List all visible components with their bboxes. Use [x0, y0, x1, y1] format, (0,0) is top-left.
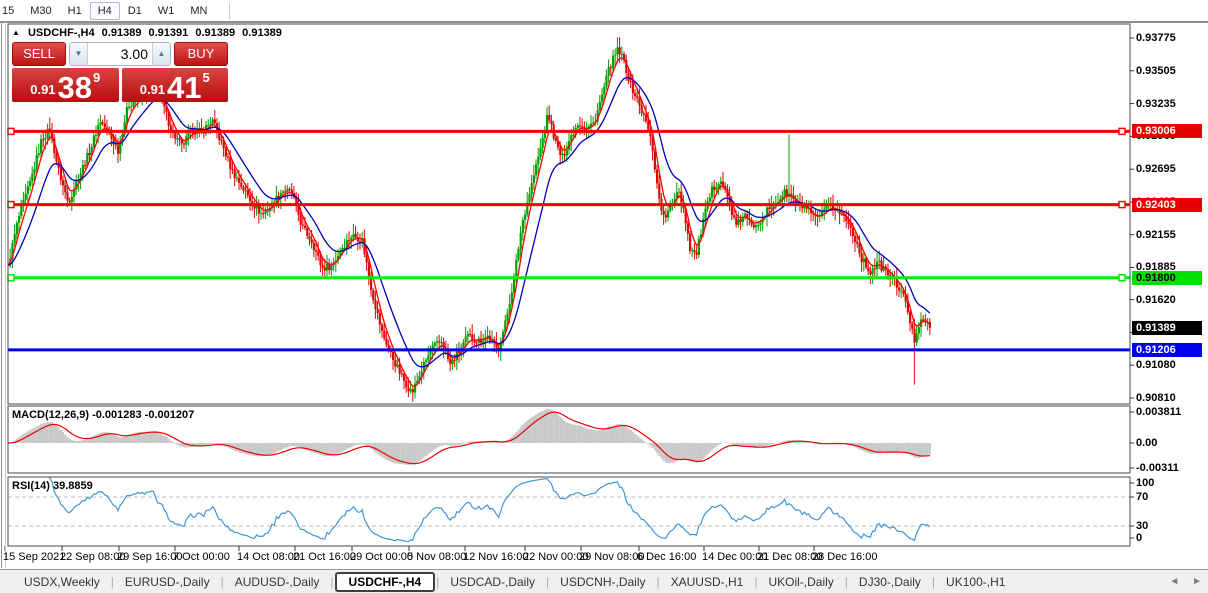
- sell-price-box[interactable]: 0.91 38 9: [12, 68, 119, 105]
- rsi-axis-label: 30: [1136, 520, 1149, 532]
- collapse-panel-icon[interactable]: ▲: [12, 28, 20, 37]
- tab-scroll-left-icon[interactable]: ◄: [1169, 576, 1179, 587]
- chart-title: USDCHF-,H4: [27, 27, 95, 39]
- tab-usdcad-daily[interactable]: USDCAD-,Daily: [440, 573, 545, 591]
- price-axis-label: 0.92695: [1136, 163, 1176, 176]
- price-axis-label: 0.93235: [1136, 97, 1176, 110]
- buy-price-base: 0.91: [139, 82, 166, 97]
- macd-axis-label: 0.003811: [1136, 406, 1182, 418]
- time-axis-label: 29 Oct 00:00: [350, 551, 413, 563]
- time-axis-label: 22 Sep 08:00: [60, 551, 126, 563]
- rsi-label: RSI(14) 39.8859: [12, 480, 93, 492]
- ohlc-close: 0.91389: [242, 27, 282, 39]
- time-axis-label: 6 Dec 16:00: [637, 551, 697, 563]
- rsi-axis-label: 70: [1136, 491, 1149, 503]
- chart-tabs: USDX,Weekly | EURUSD-,Daily | AUDUSD-,Daily |…: [14, 571, 1015, 592]
- sell-price-sup: 9: [93, 70, 101, 85]
- macd-axis-label: 0.00: [1136, 437, 1158, 449]
- time-axis-label: 14 Oct 08:00: [237, 551, 300, 563]
- chart-header: ▲ USDCHF-,H4 0.91389 0.91391 0.91389 0.9…: [12, 27, 286, 39]
- buy-price-big: 41: [167, 70, 202, 105]
- time-axis-label: 5 Nov 08:00: [407, 551, 467, 563]
- rsi-axis-label: 100: [1136, 477, 1155, 489]
- sell-button[interactable]: SELL: [12, 42, 66, 66]
- price-axis-label: 0.91620: [1136, 293, 1176, 306]
- tab-separator: |: [220, 574, 224, 589]
- sell-price-big: 38: [57, 70, 93, 105]
- time-axis-label: 21 Oct 16:00: [293, 551, 356, 563]
- buy-button[interactable]: BUY: [174, 42, 228, 66]
- tab-usdx-weekly[interactable]: USDX,Weekly: [14, 573, 110, 591]
- ohlc-low: 0.91389: [195, 27, 236, 39]
- tab-dj30-daily[interactable]: DJ30-,Daily: [849, 573, 931, 591]
- time-axis-label: 7 Oct 00:00: [173, 551, 230, 563]
- tab-audusd-daily[interactable]: AUDUSD-,Daily: [225, 573, 330, 591]
- tab-eurusd-daily[interactable]: EURUSD-,Daily: [115, 573, 220, 591]
- sell-price-base: 0.91: [30, 82, 56, 97]
- time-axis-label: 15 Sep 2021: [3, 551, 66, 563]
- macd-label: MACD(12,26,9) -0.001283 -0.001207: [12, 409, 195, 421]
- price-badge-hline: 0.91800: [1132, 270, 1202, 285]
- tab-scroll-right-icon[interactable]: ►: [1192, 576, 1202, 587]
- buy-price-sup: 5: [202, 70, 210, 85]
- one-click-trading-panel: SELL ▼ ▲ BUY 0.91 38 9 0.91 41 5: [12, 42, 228, 105]
- chart-tab-bar: USDX,Weekly | EURUSD-,Daily | AUDUSD-,Daily |…: [0, 569, 1208, 593]
- tab-separator: |: [330, 574, 334, 589]
- ohlc-high: 0.91391: [148, 27, 189, 39]
- volume-decrease-icon[interactable]: ▼: [70, 43, 88, 65]
- mt4-window: 15 M30 H1 H4 D1 W1 MN ▲ USDCHF-,H4 0.91389 0.9…: [0, 0, 1208, 593]
- price-axis-label: 0.91080: [1136, 359, 1176, 372]
- tab-uk100-h1[interactable]: UK100-,H1: [936, 573, 1015, 591]
- price-axis-label: 0.92155: [1136, 228, 1176, 241]
- macd-axis-label: -0.00311: [1136, 462, 1179, 474]
- volume-input[interactable]: [88, 43, 152, 65]
- price-axis-label: 0.90810: [1136, 391, 1176, 404]
- price-badge-hline: 0.93006: [1132, 124, 1202, 139]
- time-axis-label: 28 Dec 16:00: [812, 551, 878, 563]
- price-axis-label: 0.93775: [1136, 32, 1176, 44]
- rsi-axis-label: 0: [1136, 532, 1143, 544]
- price-axis-label: 0.93505: [1136, 64, 1176, 77]
- volume-spinner: ▼ ▲: [69, 42, 171, 66]
- tab-ukoil-daily[interactable]: UKOil-,Daily: [758, 573, 843, 591]
- price-badge-hline: 0.91206: [1132, 342, 1202, 357]
- volume-increase-icon[interactable]: ▲: [152, 43, 170, 65]
- tab-scroll-controls: ◄ ►: [1159, 576, 1202, 587]
- price-badge-hline: 0.92403: [1132, 197, 1202, 212]
- tab-xauusd-h1[interactable]: XAUUSD-,H1: [661, 573, 754, 591]
- price-badge-current: 0.91389: [1132, 320, 1202, 335]
- time-axis-label: 12 Nov 16:00: [463, 551, 529, 563]
- buy-price-box[interactable]: 0.91 41 5: [121, 68, 228, 105]
- tab-usdcnh-daily[interactable]: USDCNH-,Daily: [550, 573, 655, 591]
- time-axis-label: 29 Nov 08:00: [579, 551, 645, 563]
- tab-separator: |: [656, 574, 660, 589]
- tab-usdchf-h4[interactable]: USDCHF-,H4: [334, 571, 436, 592]
- ohlc-open: 0.91389: [101, 27, 142, 39]
